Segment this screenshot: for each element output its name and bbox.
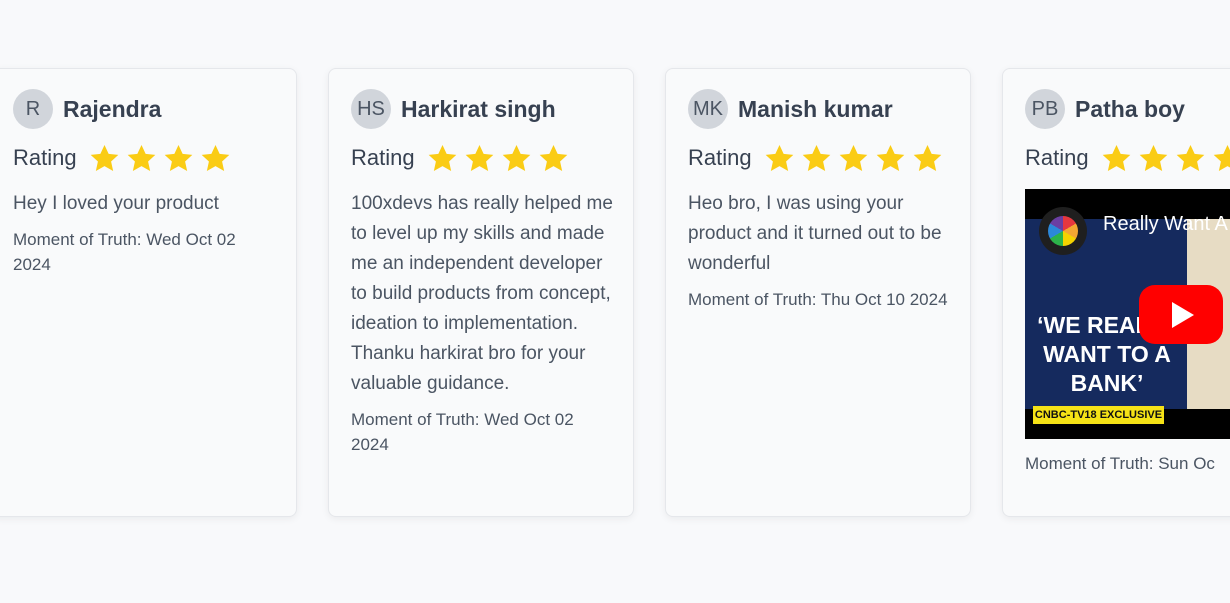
star-icon [1213,144,1230,171]
avatar: R [13,89,53,129]
star-icon [127,144,155,171]
testimonial-card: PB Patha boy Rating ‘WE REALLY WANT TO A… [1002,68,1230,517]
rating-row: Rating [351,140,613,176]
star-icon [465,144,493,171]
star-icon [539,144,567,171]
thumbnail-badge: CNBC-TV18 EXCLUSIVE [1033,406,1164,424]
play-button[interactable] [1139,285,1223,344]
review-text: Heo bro, I was using your product and it… [688,193,942,274]
avatar: HS [351,89,391,129]
moment-of-truth: Moment of Truth: Thu Oct 10 2024 [688,290,948,309]
testimonials-viewport: R Rajendra Rating Hey I loved your produ… [0,0,1230,603]
testimonials-carousel[interactable]: R Rajendra Rating Hey I loved your produ… [0,68,1230,517]
star-rating [1101,143,1230,174]
moment-of-truth: Moment of Truth: Sun Oc [1025,454,1215,473]
rating-row: Rating [688,140,950,176]
star-icon [876,144,904,171]
star-icon [802,144,830,171]
avatar: PB [1025,89,1065,129]
reviewer-name: Manish kumar [738,95,893,122]
star-rating [427,143,569,174]
peacock-logo-icon [1048,216,1078,246]
reviewer-name: Rajendra [63,95,162,122]
review-text: 100xdevs has really helped me to level u… [351,193,613,394]
channel-logo-icon [1039,207,1087,255]
card-header: PB Patha boy [1025,89,1230,129]
star-icon [90,144,118,171]
moment-of-truth: Moment of Truth: Wed Oct 02 2024 [351,410,574,454]
card-header: MK Manish kumar [688,89,950,129]
avatar: MK [688,89,728,129]
reviewer-name: Harkirat singh [401,95,556,122]
testimonial-card: MK Manish kumar Rating Heo bro, I was us… [665,68,971,517]
video-title[interactable]: Really Want A [1103,213,1228,236]
rating-row: Rating [1025,140,1230,176]
star-icon [201,144,229,171]
moment-of-truth: Moment of Truth: Wed Oct 02 2024 [13,230,236,274]
star-icon [1176,144,1204,171]
star-rating [89,143,231,174]
video-embed[interactable]: ‘WE REALLY WANT TO A BANK’ CNBC-TV18 EXC… [1025,189,1230,439]
star-icon [164,144,192,171]
rating-label: Rating [688,145,752,170]
rating-row: Rating [13,140,276,176]
star-icon [1102,144,1130,171]
testimonial-card: HS Harkirat singh Rating 100xdevs has re… [328,68,634,517]
testimonial-card: R Rajendra Rating Hey I loved your produ… [0,68,297,517]
star-icon [428,144,456,171]
review-text: Hey I loved your product [13,193,219,214]
star-icon [913,144,941,171]
rating-label: Rating [1025,145,1089,170]
reviewer-name: Patha boy [1075,95,1185,122]
card-header: R Rajendra [13,89,276,129]
rating-label: Rating [13,145,77,170]
card-header: HS Harkirat singh [351,89,613,129]
star-icon [765,144,793,171]
star-icon [502,144,530,171]
star-icon [1139,144,1167,171]
star-rating [764,143,943,174]
play-icon [1172,301,1194,328]
star-icon [839,144,867,171]
rating-label: Rating [351,145,415,170]
